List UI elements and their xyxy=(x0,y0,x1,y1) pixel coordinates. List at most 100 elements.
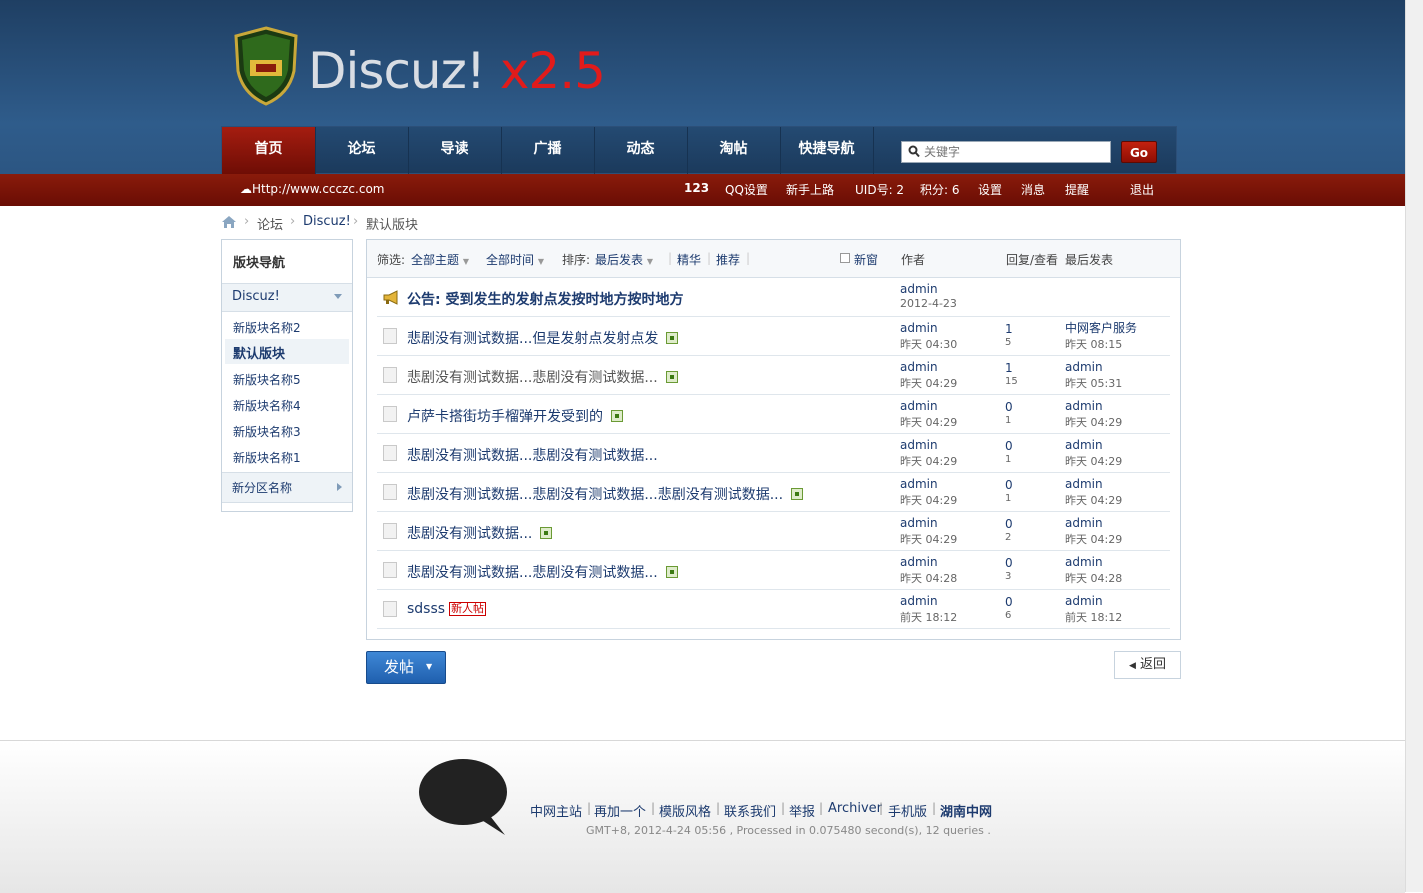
thread-last-date[interactable]: 昨天 04:29 xyxy=(1065,414,1122,430)
thread-title[interactable]: sdsss 新人帖 xyxy=(407,601,487,617)
thread-replies[interactable]: 0 xyxy=(1005,517,1013,531)
filter-all-threads[interactable]: 全部主题 ▼ xyxy=(411,251,469,268)
sidebar-item-forum2[interactable]: 新版块名称2 xyxy=(233,319,301,336)
thread-last-date[interactable]: 昨天 04:29 xyxy=(1065,453,1122,469)
thread-folder-icon[interactable] xyxy=(383,328,397,344)
sidebar-group-discuz[interactable]: Discuz! xyxy=(222,283,352,312)
announcement-author[interactable]: admin xyxy=(900,282,938,296)
filter-digest[interactable]: 精华 xyxy=(677,251,701,268)
thread-last-user[interactable]: admin xyxy=(1065,477,1103,491)
footer-link-main-site[interactable]: 中网主站 xyxy=(530,801,582,820)
thread-last-user[interactable]: admin xyxy=(1065,516,1103,530)
thread-author[interactable]: admin xyxy=(900,399,938,413)
filter-recommend[interactable]: 推荐 xyxy=(716,251,740,268)
sidebar-item-forum1[interactable]: 新版块名称1 xyxy=(233,449,301,466)
thread-replies[interactable]: 0 xyxy=(1005,439,1013,453)
thread-author[interactable]: admin xyxy=(900,477,938,491)
thread-date: 昨天 04:30 xyxy=(900,338,958,351)
thread-last-user[interactable]: 中网客户服务 xyxy=(1065,321,1137,335)
nav-quick[interactable]: 快捷导航 xyxy=(780,127,874,174)
thread-last-user[interactable]: admin xyxy=(1065,438,1103,452)
footer-link-hunan[interactable]: 湖南中网 xyxy=(940,801,992,820)
thread-replies[interactable]: 1 xyxy=(1005,322,1013,336)
nav-home[interactable]: 首页 xyxy=(222,127,316,174)
nav-broadcast[interactable]: 广播 xyxy=(501,127,595,174)
thread-replies[interactable]: 1 xyxy=(1005,361,1013,375)
logout-link[interactable]: 退出 xyxy=(1130,181,1154,198)
thread-last-date[interactable]: 昨天 04:29 xyxy=(1065,531,1122,547)
thread-title[interactable]: 悲剧没有测试数据...悲剧没有测试数据... xyxy=(407,562,678,582)
thread-replies[interactable]: 0 xyxy=(1005,595,1013,609)
sidebar-item-forum3[interactable]: 新版块名称3 xyxy=(233,423,301,440)
thread-last-user[interactable]: admin xyxy=(1065,555,1103,569)
settings-link[interactable]: 设置 xyxy=(978,181,1002,198)
thread-author[interactable]: admin xyxy=(900,555,938,569)
sort-last-post[interactable]: 最后发表 ▼ xyxy=(595,251,653,268)
nav-guide[interactable]: 导读 xyxy=(408,127,502,174)
thread-title[interactable]: 悲剧没有测试数据...但是发射点发射点发 xyxy=(407,328,679,348)
points-link[interactable]: 积分: 6 xyxy=(920,181,960,198)
thread-title[interactable]: 悲剧没有测试数据...悲剧没有测试数据... xyxy=(407,445,658,465)
nav-activity[interactable]: 动态 xyxy=(594,127,688,174)
messages-link[interactable]: 消息 xyxy=(1021,181,1045,198)
nav-forum[interactable]: 论坛 xyxy=(315,127,409,174)
sidebar-item-default[interactable]: 默认版块 xyxy=(233,343,285,362)
thread-title[interactable]: 悲剧没有测试数据...悲剧没有测试数据... xyxy=(407,367,678,387)
thread-folder-icon[interactable] xyxy=(383,523,397,539)
thread-folder-icon[interactable] xyxy=(383,601,397,617)
sidebar-item-forum5[interactable]: 新版块名称5 xyxy=(233,371,301,388)
footer-link-archiver[interactable]: Archiver xyxy=(828,801,882,816)
announcement-title[interactable]: 公告: 受到发生的发射点发按时地方按时地方 xyxy=(407,289,683,309)
thread-last-date[interactable]: 昨天 05:31 xyxy=(1065,375,1122,391)
thread-last-user[interactable]: admin xyxy=(1065,399,1103,413)
nav-collection[interactable]: 淘帖 xyxy=(687,127,781,174)
new-window-checkbox[interactable] xyxy=(840,253,850,263)
user-group-link[interactable]: 新手上路 xyxy=(786,181,834,198)
new-post-button[interactable]: 发帖 ▼ xyxy=(366,651,446,684)
thread-title[interactable]: 悲剧没有测试数据...悲剧没有测试数据...悲剧没有测试数据... xyxy=(407,484,804,504)
sidebar-section-new[interactable]: 新分区名称 xyxy=(222,472,352,503)
username-link[interactable]: 123 xyxy=(684,181,709,195)
thread-folder-icon[interactable] xyxy=(383,484,397,500)
thread-author[interactable]: admin xyxy=(900,516,938,530)
thread-last-date[interactable]: 昨天 08:15 xyxy=(1065,336,1122,352)
footer-link-report[interactable]: 举报 xyxy=(789,801,815,820)
thread-replies[interactable]: 0 xyxy=(1005,400,1013,414)
thread-replies[interactable]: 0 xyxy=(1005,556,1013,570)
thread-last-user[interactable]: admin xyxy=(1065,594,1103,608)
vertical-scrollbar[interactable] xyxy=(1405,0,1423,892)
qq-settings-link[interactable]: QQ设置 xyxy=(725,181,768,198)
thread-title[interactable]: 卢萨卡搭街坊手榴弹开发受到的 xyxy=(407,406,623,426)
search-input[interactable] xyxy=(924,143,1104,161)
thread-last-date[interactable]: 前天 18:12 xyxy=(1065,609,1122,625)
site-url-link[interactable]: ☁Http://www.ccczc.com xyxy=(240,182,384,196)
thread-folder-icon[interactable] xyxy=(383,445,397,461)
thread-last-date[interactable]: 昨天 04:28 xyxy=(1065,570,1122,586)
breadcrumb-forum[interactable]: 论坛 xyxy=(257,214,283,233)
thread-folder-icon[interactable] xyxy=(383,367,397,383)
thread-replies[interactable]: 0 xyxy=(1005,478,1013,492)
search-go-button[interactable]: Go xyxy=(1121,141,1157,163)
filter-all-time[interactable]: 全部时间 ▼ xyxy=(486,251,544,268)
footer-link-theme[interactable]: 模版风格 xyxy=(659,801,711,820)
thread-last-user[interactable]: admin xyxy=(1065,360,1103,374)
thread-author[interactable]: admin xyxy=(900,438,938,452)
footer-link-another[interactable]: 再加一个 xyxy=(594,801,646,820)
column-last-post[interactable]: 最后发表 xyxy=(1065,251,1113,268)
thread-folder-icon[interactable] xyxy=(383,562,397,578)
new-window-label[interactable]: 新窗 xyxy=(854,251,878,268)
thread-folder-icon[interactable] xyxy=(383,406,397,422)
sidebar-item-forum4[interactable]: 新版块名称4 xyxy=(233,397,301,414)
thread-author[interactable]: admin xyxy=(900,321,938,335)
thread-author[interactable]: admin xyxy=(900,594,938,608)
shield-logo-icon[interactable] xyxy=(234,26,298,106)
reminders-link[interactable]: 提醒 xyxy=(1065,181,1089,198)
home-icon[interactable] xyxy=(221,215,237,229)
breadcrumb-discuz[interactable]: Discuz! xyxy=(303,214,351,229)
back-button[interactable]: ◀ 返回 xyxy=(1114,651,1181,679)
thread-author[interactable]: admin xyxy=(900,360,938,374)
footer-link-mobile[interactable]: 手机版 xyxy=(888,801,927,820)
thread-title[interactable]: 悲剧没有测试数据... xyxy=(407,523,553,543)
thread-last-date[interactable]: 昨天 04:29 xyxy=(1065,492,1122,508)
footer-link-contact[interactable]: 联系我们 xyxy=(724,801,776,820)
